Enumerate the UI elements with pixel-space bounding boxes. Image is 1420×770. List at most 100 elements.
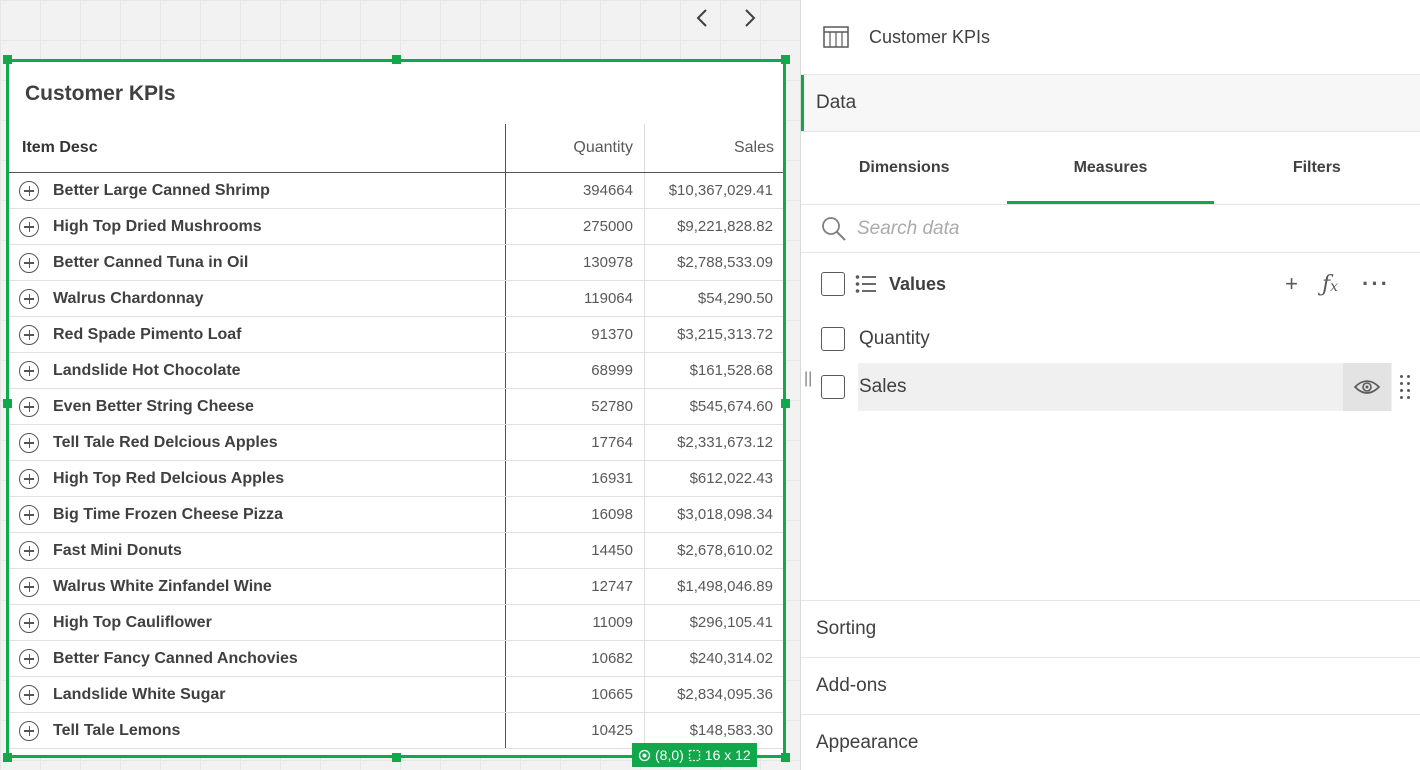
cell-item-desc[interactable]: Landslide Hot Chocolate (9, 353, 506, 388)
cell-quantity: 68999 (506, 353, 645, 388)
table-row[interactable]: High Top Cauliflower 11009 $296,105.41 (9, 605, 783, 641)
cell-sales: $296,105.41 (689, 614, 773, 631)
expand-plus-icon[interactable] (19, 396, 39, 417)
cell-item-desc[interactable]: High Top Dried Mushrooms (9, 209, 506, 244)
tab-dimensions[interactable]: Dimensions (801, 132, 1007, 204)
item-desc-text: Landslide Hot Chocolate (53, 361, 241, 379)
table-row[interactable]: Walrus White Zinfandel Wine 12747 $1,498,0… (9, 569, 783, 605)
table-row[interactable]: Walrus Chardonnay 119064 $54,290.50 (9, 281, 783, 317)
cell-item-desc[interactable]: Walrus Chardonnay (9, 281, 506, 316)
cell-item-desc[interactable]: Landslide White Sugar (9, 677, 506, 712)
table-row[interactable]: Fast Mini Donuts 14450 $2,678,610.02 (9, 533, 783, 569)
cell-item-desc[interactable]: High Top Cauliflower (9, 605, 506, 640)
position-text: (8,0) (655, 747, 684, 763)
list-icon (855, 275, 876, 293)
table-object[interactable]: Customer KPIs Item Desc Quantity Sales B… (6, 59, 786, 758)
eye-icon[interactable] (1343, 363, 1391, 411)
field-item[interactable]: Quantity (801, 315, 1420, 363)
cell-item-desc[interactable]: Tell Tale Red Delcious Apples (9, 425, 506, 460)
table-row[interactable]: Big Time Frozen Cheese Pizza 16098 $3,018,… (9, 497, 783, 533)
expand-plus-icon[interactable] (19, 576, 39, 597)
table-row[interactable]: Better Fancy Canned Anchovies 10682 $240,3… (9, 641, 783, 677)
expand-plus-icon[interactable] (19, 180, 39, 201)
more-icon[interactable]: ··· (1362, 271, 1390, 297)
field-checkbox[interactable] (821, 375, 845, 399)
expand-plus-icon[interactable] (19, 432, 39, 453)
expand-plus-icon[interactable] (19, 468, 39, 489)
table-row[interactable]: Better Canned Tuna in Oil 130978 $2,788,53… (9, 245, 783, 281)
section-data[interactable]: Data (801, 75, 1420, 132)
header-sales[interactable]: Sales (645, 124, 783, 172)
item-desc-text: Better Large Canned Shrimp (53, 181, 270, 199)
section-appearance[interactable]: Appearance (801, 715, 1420, 770)
item-desc-text: High Top Red Delcious Apples (53, 469, 285, 487)
cell-item-desc[interactable]: Better Large Canned Shrimp (9, 173, 506, 208)
table-row[interactable]: Better Large Canned Shrimp 394664 $10,367,… (9, 173, 783, 209)
cell-quantity: 52780 (506, 389, 645, 424)
expand-plus-icon[interactable] (19, 612, 39, 633)
tab-measures[interactable]: Measures (1007, 132, 1214, 204)
table-row[interactable]: Landslide Hot Chocolate 68999 $161,528.68 (9, 353, 783, 389)
chevron-left-icon[interactable] (688, 4, 716, 32)
field-checkbox[interactable] (821, 327, 845, 351)
table-row[interactable]: High Top Dried Mushrooms 275000 $9,221,828… (9, 209, 783, 245)
expand-plus-icon[interactable] (19, 216, 39, 237)
resize-handle[interactable] (781, 399, 790, 408)
header-item-desc[interactable]: Item Desc (9, 124, 506, 172)
expand-plus-icon[interactable] (19, 684, 39, 705)
cell-sales: $2,834,095.36 (677, 686, 773, 703)
cell-quantity: 275000 (506, 209, 645, 244)
resize-handle[interactable] (781, 55, 790, 64)
panel-title: Customer KPIs (869, 26, 991, 47)
cell-item-desc[interactable]: Walrus White Zinfandel Wine (9, 569, 506, 604)
resize-handle[interactable] (3, 399, 12, 408)
cell-quantity: 16931 (506, 461, 645, 496)
expand-plus-icon[interactable] (19, 252, 39, 273)
expand-plus-icon[interactable] (19, 324, 39, 345)
header-quantity[interactable]: Quantity (506, 124, 645, 172)
cell-item-desc[interactable]: Better Canned Tuna in Oil (9, 245, 506, 280)
table-row[interactable]: Red Spade Pimento Loaf 91370 $3,215,313.72 (9, 317, 783, 353)
cell-item-desc[interactable]: Even Better String Cheese (9, 389, 506, 424)
fx-icon[interactable]: ƒx (1322, 272, 1338, 297)
resize-handle[interactable] (781, 753, 790, 762)
item-desc-text: Walrus Chardonnay (53, 289, 204, 307)
resize-handle[interactable] (3, 753, 12, 762)
resize-handle[interactable] (392, 55, 401, 64)
cell-item-desc[interactable]: Better Fancy Canned Anchovies (9, 641, 506, 676)
expand-plus-icon[interactable] (19, 720, 39, 741)
table-row[interactable]: Landslide White Sugar 10665 $2,834,095.36 (9, 677, 783, 713)
cell-item-desc[interactable]: Big Time Frozen Cheese Pizza (9, 497, 506, 532)
expand-plus-icon[interactable] (19, 360, 39, 381)
cell-sales: $3,018,098.34 (677, 506, 773, 523)
resize-handle[interactable] (392, 753, 401, 762)
data-table: Item Desc Quantity Sales Better Large Ca… (9, 124, 783, 749)
search-icon (822, 216, 846, 241)
cell-sales: $3,215,313.72 (677, 326, 773, 343)
table-row[interactable]: High Top Red Delcious Apples 16931 $612,02… (9, 461, 783, 497)
drag-icon[interactable] (1400, 375, 1412, 399)
search-input[interactable] (857, 217, 1257, 240)
expand-plus-icon[interactable] (19, 540, 39, 561)
section-sorting[interactable]: Sorting (801, 601, 1420, 658)
table-row[interactable]: Tell Tale Red Delcious Apples 17764 $2,331… (9, 425, 783, 461)
size-icon (688, 749, 700, 761)
field-item[interactable]: Sales (801, 363, 1420, 411)
values-checkbox[interactable] (821, 272, 845, 296)
expand-plus-icon[interactable] (19, 288, 39, 309)
cell-item-desc[interactable]: Red Spade Pimento Loaf (9, 317, 506, 352)
resize-handle[interactable] (3, 55, 12, 64)
cell-quantity: 10682 (506, 641, 645, 676)
expand-plus-icon[interactable] (19, 648, 39, 669)
expand-plus-icon[interactable] (19, 504, 39, 525)
cell-item-desc[interactable]: Fast Mini Donuts (9, 533, 506, 568)
cell-item-desc[interactable]: High Top Red Delcious Apples (9, 461, 506, 496)
cell-item-desc[interactable]: Tell Tale Lemons (9, 713, 506, 748)
table-row[interactable]: Even Better String Cheese 52780 $545,674.6… (9, 389, 783, 425)
plus-icon[interactable]: + (1285, 271, 1298, 297)
chevron-right-icon[interactable] (736, 4, 764, 32)
cell-sales: $161,528.68 (689, 362, 773, 379)
section-addons[interactable]: Add-ons (801, 658, 1420, 715)
target-icon (638, 749, 651, 761)
tab-filters[interactable]: Filters (1214, 132, 1420, 204)
